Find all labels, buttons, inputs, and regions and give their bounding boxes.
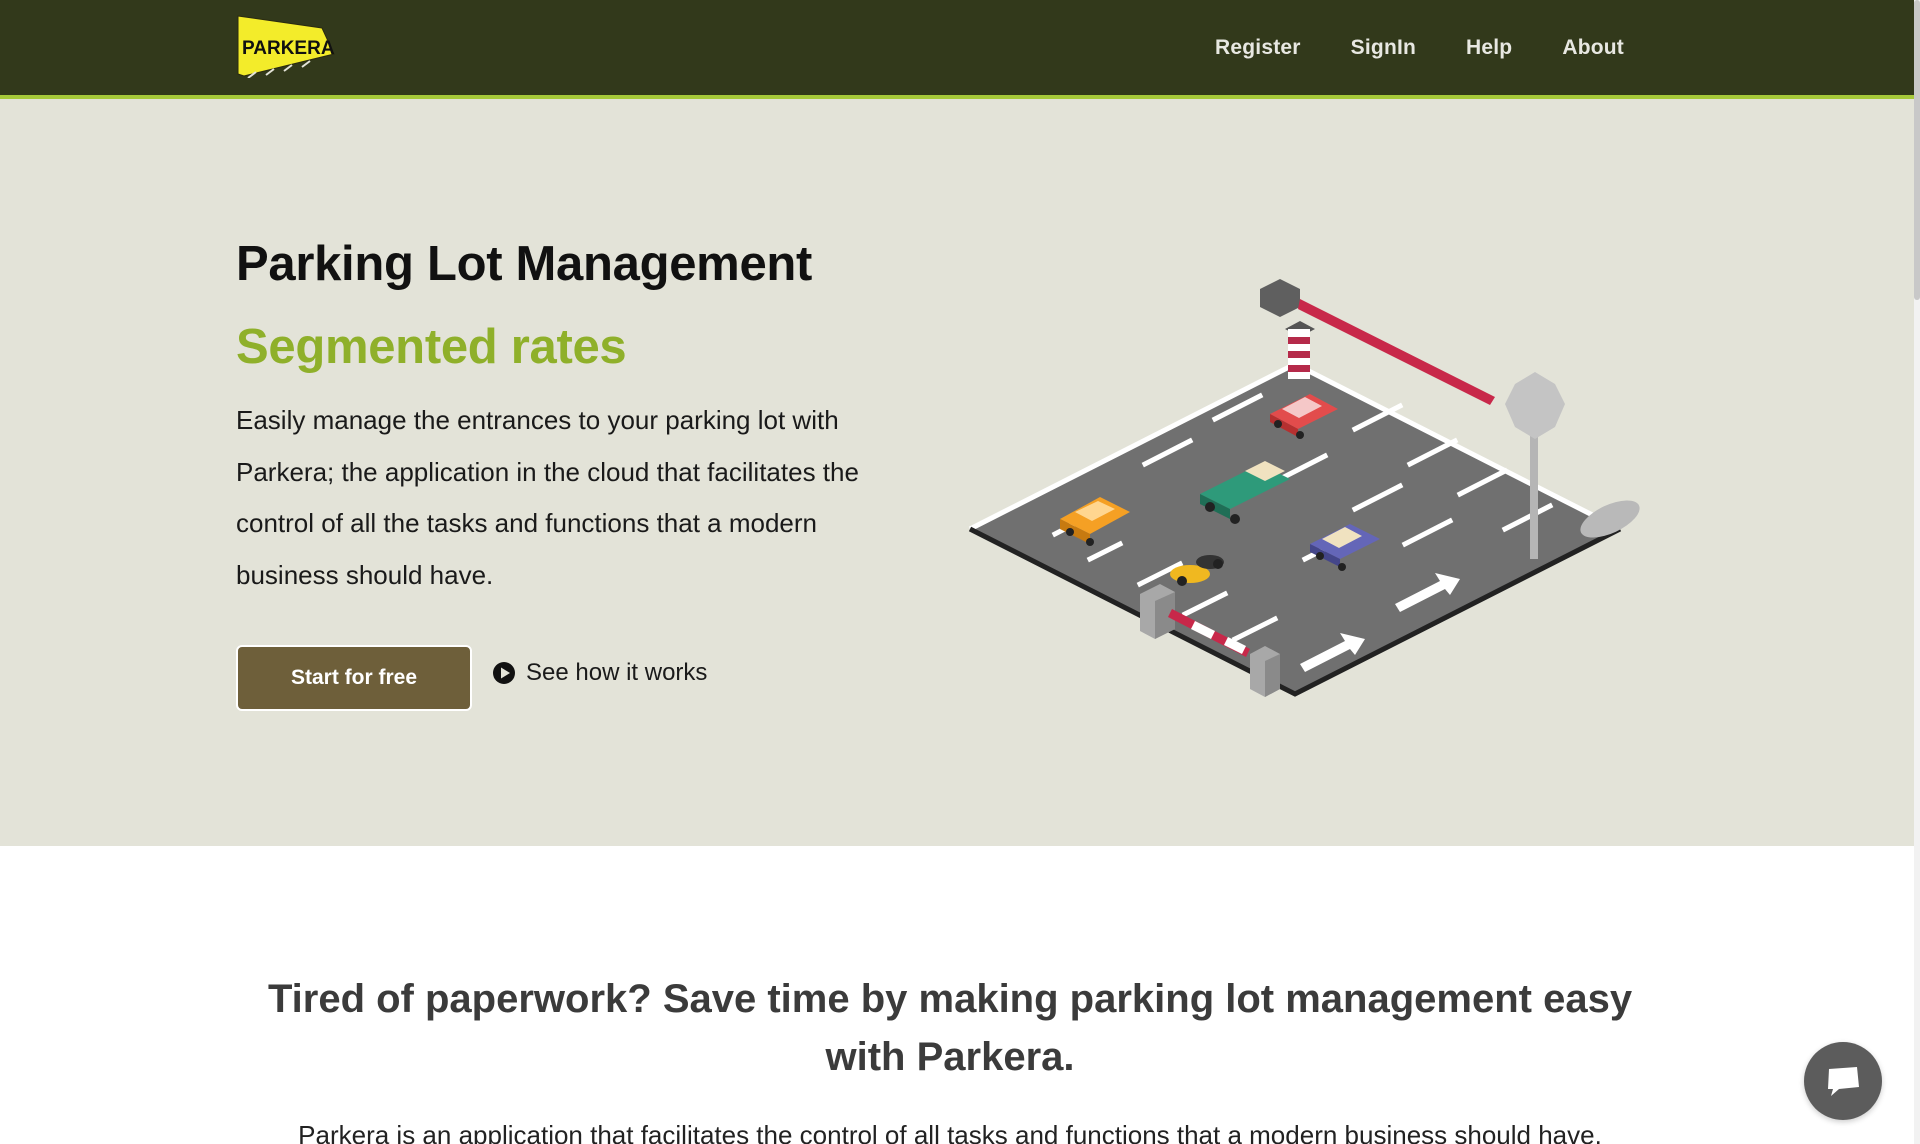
nav-about-link[interactable]: About xyxy=(1562,36,1624,60)
see-how-it-works-link[interactable]: See how it works xyxy=(492,659,707,687)
nav-signin-link[interactable]: SignIn xyxy=(1351,36,1416,60)
play-circle-icon xyxy=(493,662,515,684)
nav-help-link[interactable]: Help xyxy=(1466,36,1512,60)
hero-section: Parking Lot Management Segmented rates E… xyxy=(0,99,1914,846)
scrollbar-thumb[interactable] xyxy=(1914,0,1920,300)
logo-text: PARKERA xyxy=(242,38,335,59)
nav-register-link[interactable]: Register xyxy=(1215,36,1301,60)
hero-subtitle: Segmented rates xyxy=(236,320,627,374)
top-navigation-bar: PARKERA Register SignIn Help About xyxy=(0,0,1914,99)
chat-bubble-icon xyxy=(1828,1067,1859,1096)
section-title: Tired of paperwork? Save time by making … xyxy=(267,977,1633,1079)
main-nav: Register SignIn Help About xyxy=(1215,0,1624,95)
chat-widget-button[interactable] xyxy=(1804,1042,1882,1120)
section-description: Parkera is an application that facilitat… xyxy=(298,1120,1602,1144)
hero-title: Parking Lot Management xyxy=(236,237,813,291)
parking-lot-illustration xyxy=(968,279,1640,697)
hero-description: Easily manage the entrances to your park… xyxy=(236,405,859,590)
parkera-logo[interactable]: PARKERA xyxy=(236,14,336,79)
see-how-it-works-label: See how it works xyxy=(526,659,708,686)
page-scrollbar[interactable] xyxy=(1914,0,1920,1144)
start-for-free-button[interactable]: Start for free xyxy=(236,645,472,711)
